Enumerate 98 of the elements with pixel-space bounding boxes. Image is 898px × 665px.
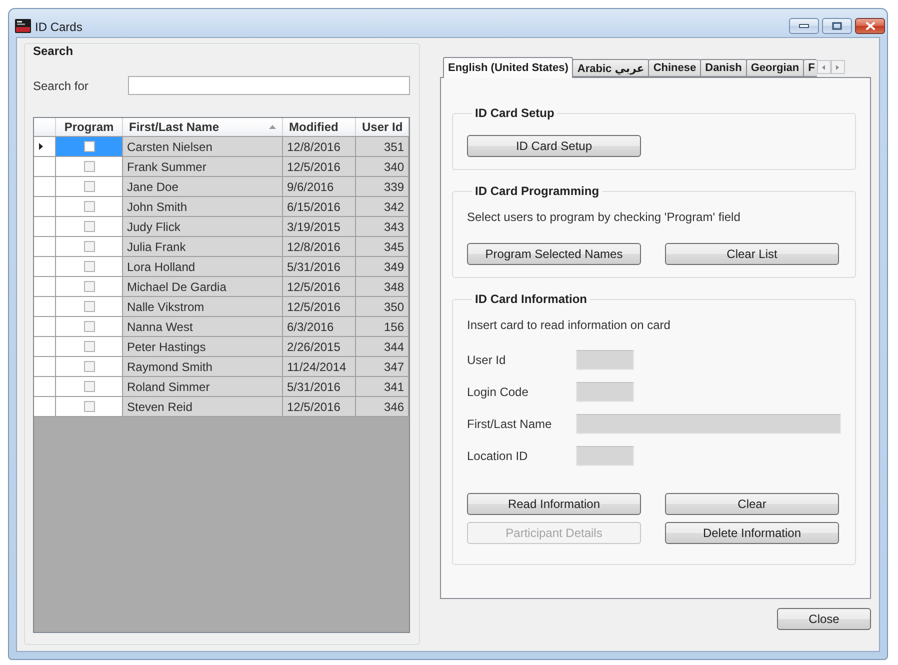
scroll-right-button[interactable] (830, 60, 845, 74)
table-cell: 3/19/2015 (283, 217, 356, 237)
instruction-text: Insert card to read information on card (467, 318, 672, 332)
scroll-left-button[interactable] (816, 60, 831, 74)
table-cell: 343 (356, 217, 409, 237)
table-cell: 349 (356, 257, 409, 277)
minimize-icon (799, 24, 809, 28)
group-title: ID Card Setup (474, 106, 556, 120)
table-cell: 5/31/2016 (283, 377, 356, 397)
table-cell: Carsten Nielsen (123, 137, 283, 157)
table-cell: 342 (356, 197, 409, 217)
window-title: ID Cards (35, 20, 82, 34)
group-title: ID Card Information (474, 292, 588, 306)
table-cell: Peter Hastings (123, 337, 283, 357)
table-cell: John Smith (123, 197, 283, 217)
table-cell: 156 (356, 317, 409, 337)
table-cell: 347 (356, 357, 409, 377)
checkbox[interactable] (84, 141, 94, 152)
tab[interactable]: Chinese (648, 59, 702, 77)
tab[interactable]: Arabic عربي (572, 59, 650, 77)
field-label: Login Code (467, 385, 530, 399)
current-row-icon (39, 143, 43, 150)
checkbox[interactable] (84, 221, 94, 232)
table-cell: Nanna West (123, 317, 283, 337)
checkbox[interactable] (84, 361, 94, 372)
table-cell: 12/5/2016 (283, 157, 356, 177)
table-cell: 351 (356, 137, 409, 157)
checkbox[interactable] (84, 261, 94, 272)
action-button[interactable]: Delete Information (665, 522, 839, 544)
maximize-icon (832, 22, 842, 30)
tab[interactable]: Georgian (746, 59, 804, 77)
checkbox[interactable] (84, 341, 94, 352)
action-button[interactable]: Read Information (467, 493, 641, 515)
table-cell: Nalle Vikstrom (123, 297, 283, 317)
column-header[interactable]: First/Last Name (123, 118, 283, 136)
checkbox[interactable] (84, 301, 94, 312)
table-cell: Steven Reid (123, 397, 283, 417)
table-cell: 346 (356, 397, 409, 417)
tab[interactable]: English (United States) (443, 57, 574, 78)
table-cell: 12/8/2016 (283, 137, 356, 157)
table-cell: 2/26/2015 (283, 337, 356, 357)
table-cell: 12/5/2016 (283, 397, 356, 417)
table-cell: Roland Simmer (123, 377, 283, 397)
action-button[interactable]: ID Card Setup (467, 135, 641, 157)
table-cell: 6/3/2016 (283, 317, 356, 337)
table-cell: 12/5/2016 (283, 297, 356, 317)
checkbox[interactable] (84, 401, 94, 412)
close-button[interactable] (855, 18, 885, 34)
action-button[interactable]: Program Selected Names (467, 243, 641, 265)
close-dialog-button[interactable]: Close (777, 608, 871, 630)
minimize-button[interactable] (789, 18, 819, 34)
checkbox[interactable] (84, 201, 94, 212)
table-cell: 12/8/2016 (283, 237, 356, 257)
checkbox[interactable] (84, 241, 94, 252)
caret-right-icon (836, 64, 840, 70)
tab[interactable]: F (803, 59, 817, 77)
checkbox[interactable] (84, 381, 94, 392)
caret-left-icon (822, 64, 826, 70)
group-title: ID Card Programming (474, 184, 600, 198)
group-title: Search (33, 44, 74, 58)
field-label: First/Last Name (467, 417, 553, 431)
table-cell: Jane Doe (123, 177, 283, 197)
maximize-button[interactable] (822, 18, 852, 34)
instruction-text: Select users to program by checking 'Program' field (467, 210, 742, 224)
table-cell: 340 (356, 157, 409, 177)
table-cell: 9/6/2016 (283, 177, 356, 197)
table-cell: 5/31/2016 (283, 257, 356, 277)
checkbox[interactable] (84, 161, 94, 172)
table-cell: 12/5/2016 (283, 277, 356, 297)
table-cell: Raymond Smith (123, 357, 283, 377)
column-header[interactable]: Modified (283, 118, 356, 136)
table-cell: 6/15/2016 (283, 197, 356, 217)
table-cell: Judy Flick (123, 217, 283, 237)
action-button[interactable]: Clear (665, 493, 839, 515)
table-cell: Julia Frank (123, 237, 283, 257)
checkbox[interactable] (84, 181, 94, 192)
table-cell: Michael De Gardia (123, 277, 283, 297)
table-cell: 339 (356, 177, 409, 197)
field-label: Location ID (467, 449, 529, 463)
app-icon (15, 19, 31, 33)
checkbox[interactable] (84, 321, 94, 332)
action-button[interactable]: Clear List (665, 243, 839, 265)
table-cell: 341 (356, 377, 409, 397)
table-cell: Lora Holland (123, 257, 283, 277)
search-field[interactable] (128, 76, 410, 95)
search-label: Search for (33, 78, 90, 92)
close-icon (866, 22, 874, 30)
checkbox[interactable] (84, 281, 94, 292)
tab[interactable]: Danish (700, 59, 747, 77)
table-cell: 11/24/2014 (283, 357, 356, 377)
table-cell: 345 (356, 237, 409, 257)
table-cell: Frank Summer (123, 157, 283, 177)
field-label: User Id (467, 353, 507, 367)
table-cell: 350 (356, 297, 409, 317)
table-cell: 344 (356, 337, 409, 357)
column-header[interactable]: User Id (356, 118, 409, 136)
column-header[interactable]: Program (56, 118, 123, 136)
table-cell: 348 (356, 277, 409, 297)
